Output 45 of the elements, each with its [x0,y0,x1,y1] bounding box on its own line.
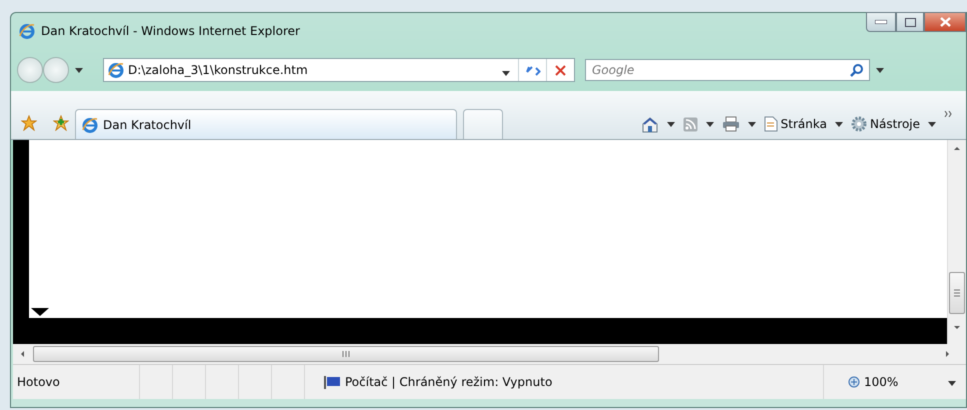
scroll-thumb[interactable] [949,272,965,314]
search-options-caret-icon[interactable] [876,68,884,72]
computer-flag-icon [323,374,341,390]
caret-icon[interactable] [834,122,843,126]
security-zone-text[interactable]: Počítač | Chráněný režim: Vypnuto [345,375,552,389]
triangle-icon [31,308,49,316]
command-label[interactable]: Stránka [780,117,827,131]
caret-icon[interactable] [748,122,756,126]
stop-icon [555,64,566,76]
maximize-icon [904,18,916,26]
browser-logo-icon [82,116,98,132]
address-field[interactable]: D:\zaloha_3\1\konstrukce.htm [103,58,575,82]
grip-icon [953,289,961,297]
caret-icon[interactable] [666,122,675,126]
vertical-scrollbar[interactable] [947,140,966,344]
chevron-icon[interactable] [944,111,952,117]
browser-logo-icon [108,62,124,78]
gear-icon[interactable] [850,116,867,132]
command-label[interactable]: Nástroje [870,117,920,131]
zoom-caret-icon[interactable] [948,381,956,386]
caret-icon[interactable] [706,122,714,126]
browser-logo-icon [19,23,35,39]
horizontal-scrollbar[interactable] [13,344,966,364]
maximize-button[interactable] [896,12,924,32]
minimize-icon [875,20,887,24]
house-icon[interactable] [640,116,659,132]
page-icon[interactable] [764,116,778,132]
caret-icon[interactable] [502,70,510,76]
status-text: Hotovo [17,375,60,389]
grip-icon [342,350,350,358]
close-icon [940,17,950,27]
window-title: Dan Kratochvíl - Windows Internet Explorer [41,24,301,38]
caret-icon[interactable] [928,122,936,126]
zoom-level[interactable]: 100% [864,375,898,389]
zoom-icon[interactable] [848,376,860,388]
tab[interactable]: Dan Kratochvíl [75,109,457,139]
add-favorite-icon[interactable] [53,115,69,131]
recent-pages-caret-icon[interactable] [75,68,83,72]
minimize-button[interactable] [866,12,896,32]
search-icon[interactable] [850,63,864,77]
star-icon[interactable] [21,115,37,131]
printer-icon[interactable] [722,116,740,132]
scroll-thumb[interactable] [33,346,659,362]
search-field[interactable]: Google [585,59,870,81]
close-button[interactable] [924,12,966,32]
